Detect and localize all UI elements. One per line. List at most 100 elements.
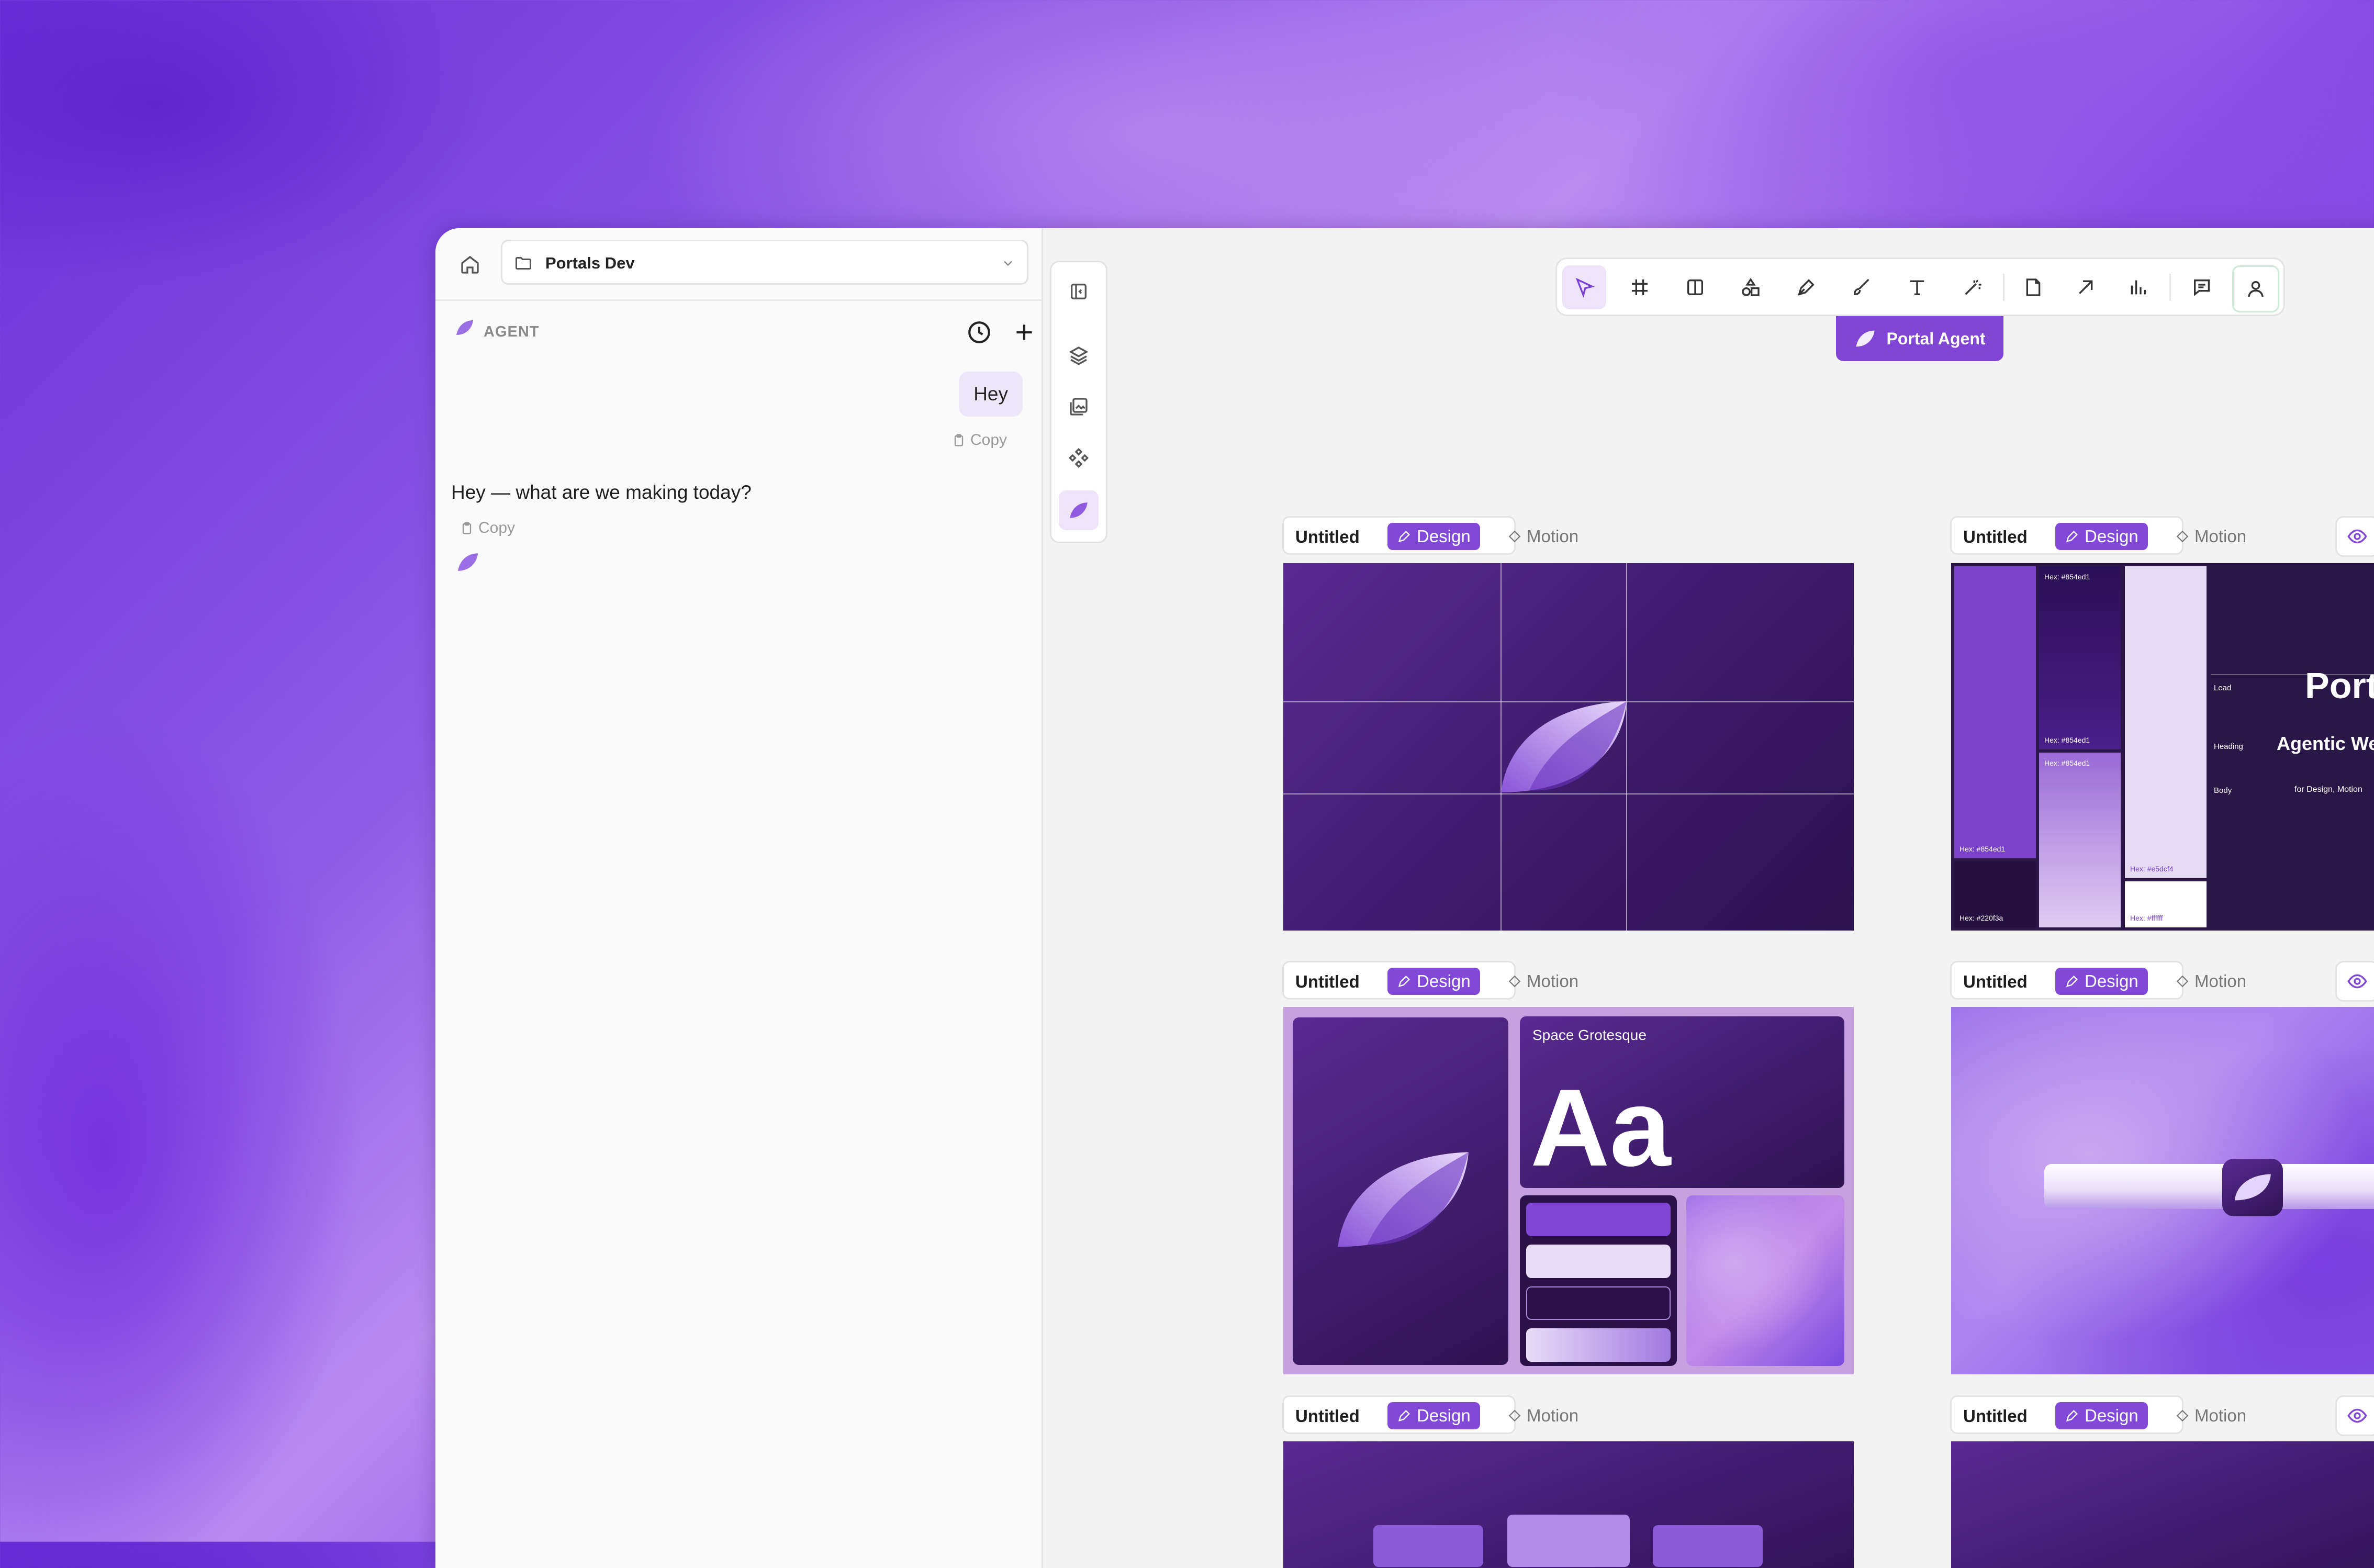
divider	[2003, 274, 2005, 301]
pen-icon	[2066, 976, 2078, 988]
magic-tool[interactable]	[1951, 265, 1995, 309]
leaf-logo-icon	[457, 553, 478, 571]
folder-icon	[516, 257, 531, 270]
type-sample: Agentic We	[2277, 733, 2374, 754]
diamond-icon	[2176, 530, 2189, 543]
button-sample	[1526, 1245, 1671, 1278]
columns-icon	[1687, 279, 1703, 295]
text-icon	[1910, 280, 1924, 295]
brand-palette-frame[interactable]: Hex: #854ed1 Hex: #220f3a Hex: #854ed1 He…	[1951, 563, 2374, 931]
arrow-icon	[2079, 280, 2093, 294]
sticky-tool[interactable]	[2011, 265, 2055, 309]
frame-header: Untitled Design Motion	[1282, 1395, 1578, 1434]
frame-header: Untitled Design Motion	[1282, 516, 1578, 555]
font-card: Space Grotesque Aa	[1520, 1016, 1844, 1188]
motion-tab[interactable]: Motion	[2171, 1402, 2250, 1429]
frame-tool[interactable]	[1618, 265, 1662, 309]
color-swatch: Hex: #ffffff	[2125, 881, 2207, 927]
text-tool[interactable]	[1895, 265, 1939, 309]
user-button[interactable]	[2232, 265, 2279, 312]
visibility-toggle[interactable]	[2335, 516, 2374, 557]
image-icon	[1070, 398, 1088, 416]
motion-tab[interactable]: Motion	[1504, 968, 1583, 995]
pen-icon	[1398, 1410, 1410, 1422]
pen-icon	[2066, 1410, 2078, 1422]
frame-header: Untitled Design Motion	[1950, 516, 2246, 555]
color-swatch: Hex: #854ed1	[1954, 566, 2036, 858]
brush-tool[interactable]	[1840, 265, 1884, 309]
layers-button[interactable]	[1059, 335, 1099, 375]
user-message: Hey	[959, 372, 1023, 417]
copy-label: Copy	[970, 431, 1007, 449]
motion-tab[interactable]: Motion	[1504, 523, 1583, 550]
design-tab[interactable]: Design	[2055, 968, 2148, 995]
diamond-icon	[1508, 1409, 1521, 1422]
arrow-tool[interactable]	[2064, 265, 2108, 309]
design-tab[interactable]: Design	[2055, 1402, 2148, 1429]
brush-icon	[1853, 278, 1869, 296]
comment-tool[interactable]	[2180, 265, 2224, 309]
design-label: Design	[2085, 527, 2138, 546]
logo-grid-frame[interactable]	[1283, 563, 1854, 931]
motion-label: Motion	[1527, 971, 1579, 991]
motion-tab[interactable]: Motion	[2171, 523, 2250, 550]
agent-button[interactable]	[1059, 490, 1099, 530]
visibility-toggle[interactable]	[2335, 1395, 2374, 1436]
design-label: Design	[1417, 1406, 1471, 1425]
motion-tab[interactable]: Motion	[1504, 1402, 1583, 1429]
collapse-panel-button[interactable]	[1059, 272, 1099, 311]
design-tab[interactable]: Design	[1387, 968, 1480, 995]
shapes-tool[interactable]	[1729, 265, 1773, 309]
card-mock	[1507, 1515, 1630, 1567]
agent-reply: Hey — what are we making today?	[451, 481, 752, 503]
new-chat-icon[interactable]	[1011, 319, 1037, 345]
color-swatch: Hex: #854ed1 Hex: #854ed1	[2039, 566, 2121, 749]
card-mock	[1373, 1525, 1483, 1567]
frame-title[interactable]: Untitled	[1295, 972, 1360, 992]
project-selector[interactable]: Portals Dev	[501, 240, 1028, 285]
chart-tool[interactable]	[2116, 265, 2160, 309]
select-tool[interactable]	[1562, 265, 1606, 309]
hero-frame[interactable]	[1951, 1007, 2374, 1374]
pen-icon	[1398, 976, 1410, 988]
design-tab[interactable]: Design	[1387, 523, 1480, 550]
home-button[interactable]	[454, 249, 486, 281]
motion-label: Motion	[2194, 527, 2247, 546]
frame-title[interactable]: Untitled	[1963, 972, 2028, 992]
history-icon[interactable]	[966, 319, 992, 345]
shapes-icon	[1742, 277, 1760, 296]
frame-title[interactable]: Untitled	[1295, 1406, 1360, 1426]
leaf-logo-icon	[1338, 1152, 1469, 1247]
frame-title[interactable]: Untitled	[1963, 1406, 2028, 1426]
pen-tool[interactable]	[1784, 265, 1828, 309]
cards-frame[interactable]	[1283, 1441, 1854, 1568]
swatch-label: Hex: #e5dcf4	[2130, 865, 2174, 873]
leaf-logo-icon	[1070, 502, 1088, 518]
clipboard-icon	[462, 522, 472, 534]
type-board-frame[interactable]: Space Grotesque Aa	[1283, 1007, 1854, 1374]
font-name: Space Grotesque	[1532, 1027, 1647, 1043]
swatch-label: Hex: #854ed1	[2044, 736, 2090, 744]
visibility-toggle[interactable]	[2335, 961, 2374, 1002]
copy-button[interactable]: Copy	[951, 431, 1007, 449]
dark-frame[interactable]	[1951, 1441, 2374, 1568]
layout-tool[interactable]	[1673, 265, 1717, 309]
diamond-icon	[1508, 530, 1521, 543]
design-tab[interactable]: Design	[2055, 523, 2148, 550]
search-bar-mock	[2044, 1164, 2374, 1209]
design-tab[interactable]: Design	[1387, 1402, 1480, 1429]
copy-button[interactable]: Copy	[460, 519, 515, 537]
color-swatch: Hex: #220f3a	[1954, 861, 2036, 927]
leaf-logo-icon	[1856, 330, 1875, 347]
frame-title[interactable]: Untitled	[1963, 527, 2028, 547]
frame-title[interactable]: Untitled	[1295, 527, 1360, 547]
color-swatch: Hex: #e5dcf4	[2125, 566, 2207, 878]
design-label: Design	[2085, 1406, 2138, 1425]
motion-tab[interactable]: Motion	[2171, 968, 2250, 995]
swatch-label: Hex: #854ed1	[1959, 845, 2006, 853]
portal-agent-button[interactable]: Portal Agent	[1836, 316, 2003, 361]
note-icon	[2026, 278, 2041, 296]
assets-button[interactable]	[1059, 387, 1099, 427]
components-button[interactable]	[1059, 438, 1099, 478]
color-swatch: Hex: #854ed1	[2039, 753, 2121, 927]
